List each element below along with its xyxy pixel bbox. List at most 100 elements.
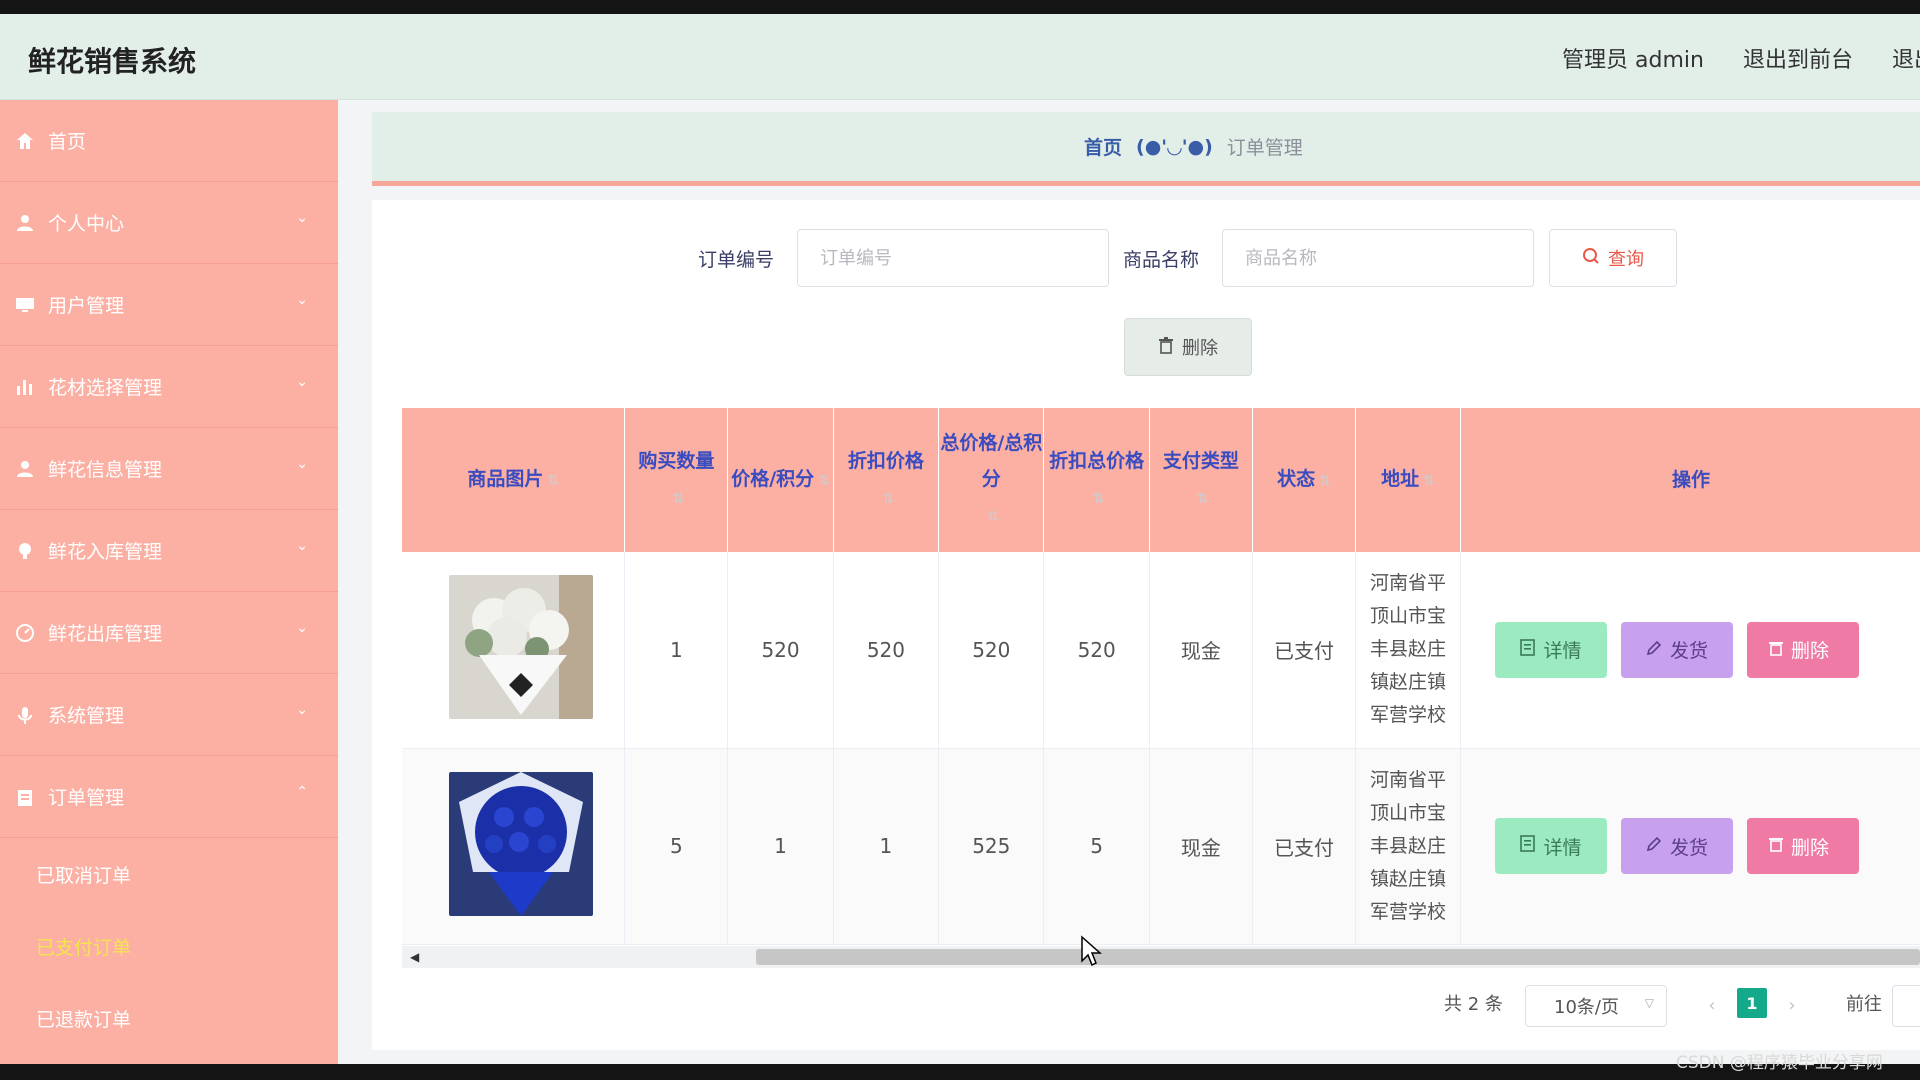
app-title: 鲜花销售系统 xyxy=(28,45,197,78)
mouse-cursor-icon xyxy=(1081,935,1102,967)
col-qty[interactable]: 购买数量 ⇅ xyxy=(624,408,729,552)
cell-price: 520 xyxy=(727,552,834,749)
sort-icon[interactable]: ⇅ xyxy=(818,473,830,489)
sidebar-item-label: 系统管理 xyxy=(48,705,125,727)
row-delete-button[interactable]: 删除 xyxy=(1746,621,1859,678)
row-delete-button[interactable]: 删除 xyxy=(1746,818,1859,874)
cell-price: 1 xyxy=(727,748,834,945)
cell-total: 520 xyxy=(938,552,1045,749)
col-label: 折扣价格 xyxy=(847,450,924,472)
col-address[interactable]: 地址 ⇅ xyxy=(1355,408,1461,552)
clipboard-icon xyxy=(14,786,36,808)
chevron-down-icon: ⌄ xyxy=(296,538,308,554)
front-link[interactable]: 退出到前台 xyxy=(1743,48,1853,73)
col-actions: 操作 xyxy=(1460,408,1920,552)
sort-icon[interactable]: ⇅ xyxy=(1423,473,1435,489)
query-button[interactable]: 查询 xyxy=(1549,229,1677,287)
sort-icon[interactable]: ⇅ xyxy=(673,491,685,507)
cell-image xyxy=(402,748,626,945)
sidebar-item-users[interactable]: 用户管理 ⌄ xyxy=(0,264,338,346)
order-no-label: 订单编号 xyxy=(698,249,775,271)
detail-button[interactable]: 详情 xyxy=(1494,621,1607,678)
submenu-cancelled-orders[interactable]: 已取消订单 xyxy=(0,838,338,910)
col-price[interactable]: 价格/积分 ⇅ xyxy=(727,408,834,552)
bulk-delete-button[interactable]: 删除 xyxy=(1124,318,1252,376)
chevron-down-icon: ⌄ xyxy=(296,292,308,308)
cell-pay-type: 现金 xyxy=(1149,748,1253,945)
chevron-down-icon: ▽ xyxy=(1644,996,1654,1010)
pagination-total: 共 2 条 xyxy=(1444,994,1503,1015)
sort-icon[interactable]: ⇅ xyxy=(1319,473,1331,489)
sort-icon[interactable]: ⇅ xyxy=(1197,491,1209,507)
sidebar-item-label: 用户管理 xyxy=(48,295,125,317)
sidebar-item-stock-out[interactable]: 鲜花出库管理 ⌄ xyxy=(0,592,338,674)
ship-button[interactable]: 发货 xyxy=(1620,621,1733,678)
col-label: 折扣总价格 xyxy=(1049,450,1145,472)
sidebar-item-home[interactable]: 首页 xyxy=(0,100,338,182)
submenu-paid-orders[interactable]: 已支付订单 xyxy=(0,910,338,982)
user-icon xyxy=(14,212,36,234)
detail-button[interactable]: 详情 xyxy=(1494,818,1607,874)
document-icon xyxy=(1520,638,1536,661)
cell-pay-type: 现金 xyxy=(1149,552,1253,749)
logout-link[interactable]: 退出登录 xyxy=(1892,48,1920,73)
product-thumbnail[interactable] xyxy=(449,575,594,720)
sidebar-item-label: 鲜花出库管理 xyxy=(48,623,163,645)
sidebar-item-label: 鲜花信息管理 xyxy=(48,459,163,481)
cell-actions: 详情 发货 删除 xyxy=(1460,552,1920,749)
prev-page-button[interactable]: ‹ xyxy=(1697,990,1727,1020)
sidebar-item-label: 鲜花入库管理 xyxy=(48,541,163,563)
sort-icon[interactable]: ⇅ xyxy=(987,509,999,525)
col-label: 购买数量 xyxy=(638,450,715,472)
home-icon xyxy=(14,130,36,152)
edit-icon xyxy=(1646,835,1662,857)
bottom-edge xyxy=(0,1064,1920,1080)
sort-icon[interactable]: ⇅ xyxy=(547,473,559,489)
cell-status: 已支付 xyxy=(1252,748,1356,945)
horizontal-scrollbar[interactable]: ◀ xyxy=(402,946,1920,968)
orders-table: 商品图片 ⇅ 购买数量 ⇅ 价格/积分 ⇅ 折扣价格 ⇅ 总价格/总积分 ⇅ 折扣总价格⇅… xyxy=(402,408,1920,968)
cell-image xyxy=(402,552,626,749)
table-header-row: 商品图片 ⇅ 购买数量 ⇅ 价格/积分 ⇅ 折扣价格 ⇅ 总价格/总积分 ⇅ 折扣总价格⇅… xyxy=(402,408,1920,552)
page-number-current[interactable]: 1 xyxy=(1737,988,1767,1018)
sort-icon[interactable]: ⇅ xyxy=(882,491,894,507)
col-discount-price[interactable]: 折扣价格 ⇅ xyxy=(833,408,940,552)
cell-address: 河南省平顶山市宝丰县赵庄镇赵庄镇军营学校 xyxy=(1355,552,1461,749)
col-pay-type[interactable]: 支付类型 ⇅ xyxy=(1149,408,1253,552)
submenu-label: 已取消订单 xyxy=(36,864,132,887)
sidebar-item-flowers[interactable]: 鲜花信息管理 ⌄ xyxy=(0,428,338,510)
breadcrumb-home[interactable]: 首页 xyxy=(1084,133,1122,160)
goto-page-input[interactable] xyxy=(1892,985,1920,1027)
scroll-left-icon[interactable]: ◀ xyxy=(410,950,419,964)
sidebar-item-stock-in[interactable]: 鲜花入库管理 ⌄ xyxy=(0,510,338,592)
product-name-input[interactable] xyxy=(1222,229,1534,287)
col-image[interactable]: 商品图片 ⇅ xyxy=(402,408,626,552)
col-status[interactable]: 状态 ⇅ xyxy=(1252,408,1356,552)
ship-button[interactable]: 发货 xyxy=(1620,818,1733,874)
col-label: 价格/积分 xyxy=(731,468,815,490)
detail-label: 详情 xyxy=(1543,836,1582,859)
col-discount-total[interactable]: 折扣总价格 ⇅ xyxy=(1043,408,1150,552)
scrollbar-thumb[interactable] xyxy=(756,949,1920,965)
submenu-label: 已支付订单 xyxy=(36,936,132,959)
sidebar-item-system[interactable]: 系统管理 ⌄ xyxy=(0,674,338,756)
product-thumbnail[interactable] xyxy=(449,771,594,916)
monitor-icon xyxy=(14,294,36,316)
table-row: 5 1 1 525 5 现金 已支付 河南省平顶山市宝丰县赵庄镇赵庄镇军营学校 … xyxy=(402,748,1920,945)
bar-chart-icon xyxy=(14,376,36,398)
next-page-button[interactable]: › xyxy=(1777,990,1807,1020)
page-size-select[interactable]: 10条/页 ▽ xyxy=(1525,985,1667,1027)
sort-icon[interactable]: ⇅ xyxy=(1093,491,1105,507)
col-total[interactable]: 总价格/总积分 ⇅ xyxy=(938,408,1045,552)
person-icon xyxy=(14,458,36,480)
sidebar-item-orders[interactable]: 订单管理 ⌃ xyxy=(0,756,338,838)
submenu-refunded-orders[interactable]: 已退款订单 xyxy=(0,982,338,1054)
sidebar-item-profile[interactable]: 个人中心 ⌄ xyxy=(0,182,338,264)
order-no-input[interactable] xyxy=(797,229,1109,287)
submenu-label: 已退款订单 xyxy=(36,1008,132,1031)
mic-icon xyxy=(14,704,36,726)
chevron-down-icon: ⌄ xyxy=(296,210,308,226)
sidebar-item-materials[interactable]: 花材选择管理 ⌄ xyxy=(0,346,338,428)
chevron-down-icon: ⌄ xyxy=(296,374,308,390)
search-icon xyxy=(1582,247,1600,270)
